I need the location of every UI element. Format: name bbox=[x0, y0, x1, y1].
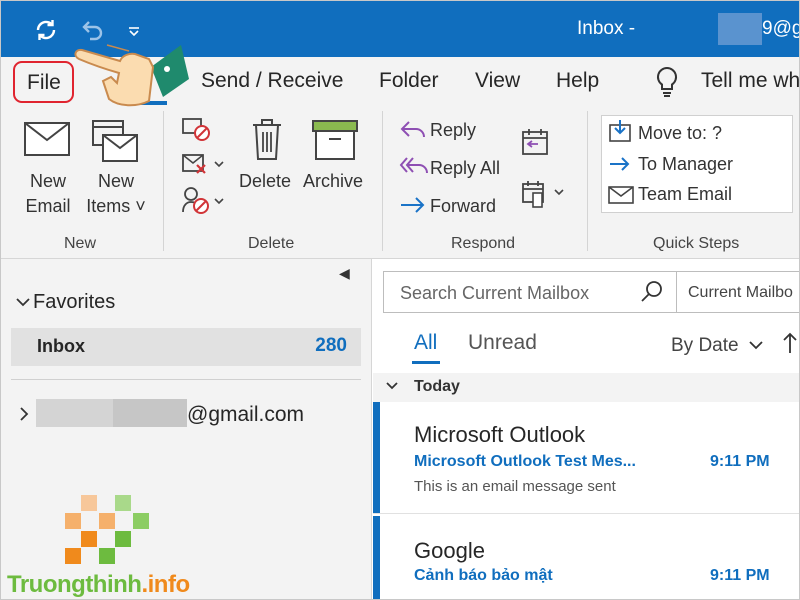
new-items-button[interactable]: New Items ˅ bbox=[83, 169, 149, 219]
pointing-hand-icon bbox=[67, 23, 191, 115]
delete-button[interactable]: Delete bbox=[239, 169, 291, 194]
watermark-logo bbox=[63, 493, 153, 565]
account-email[interactable]: @gmail.com bbox=[187, 403, 304, 427]
lightbulb-icon[interactable] bbox=[653, 65, 681, 99]
message-subject: Cảnh báo bảo mật bbox=[414, 567, 553, 584]
group-label-new: New bbox=[64, 235, 97, 252]
filter-all[interactable]: All bbox=[414, 331, 437, 355]
sync-icon[interactable] bbox=[31, 15, 61, 45]
message-sender: Google bbox=[414, 538, 485, 563]
redacted-account bbox=[718, 13, 762, 45]
delete-icon bbox=[249, 117, 285, 168]
new-email-button[interactable]: New Email bbox=[21, 169, 75, 219]
new-items-icon bbox=[91, 117, 141, 170]
quick-steps-gallery: Move to: ? To Manager Team Email bbox=[601, 115, 793, 213]
ribbon-separator bbox=[382, 111, 383, 251]
group-label-quick-steps: Quick Steps bbox=[653, 235, 740, 252]
message-item[interactable]: Microsoft Outlook Microsoft Outlook Test… bbox=[373, 402, 799, 514]
new-email-icon bbox=[23, 121, 71, 162]
arrow-right-icon bbox=[608, 154, 632, 179]
redacted-account bbox=[113, 399, 187, 427]
quick-step-move-to[interactable]: Move to: ? bbox=[638, 123, 722, 144]
group-label-delete: Delete bbox=[248, 235, 295, 252]
search-input[interactable]: Search Current Mailbox bbox=[383, 271, 677, 313]
tab-folder[interactable]: Folder bbox=[379, 69, 439, 93]
favorites-header[interactable]: Favorites bbox=[15, 291, 115, 314]
clean-up-icon[interactable] bbox=[181, 151, 227, 182]
group-header-today[interactable]: Today bbox=[373, 373, 799, 402]
selection-bar bbox=[373, 516, 380, 599]
search-scope-dropdown[interactable]: Current Mailbo bbox=[677, 271, 799, 313]
junk-icon[interactable] bbox=[181, 186, 227, 221]
team-email-icon bbox=[608, 186, 634, 209]
filter-unread[interactable]: Unread bbox=[468, 331, 537, 355]
archive-button[interactable]: Archive bbox=[303, 169, 363, 194]
group-label-respond: Respond bbox=[451, 235, 516, 252]
search-icon[interactable] bbox=[640, 280, 664, 309]
forward-button[interactable]: Forward bbox=[430, 196, 496, 217]
ignore-icon[interactable] bbox=[181, 117, 211, 148]
sort-direction-icon[interactable] bbox=[782, 331, 798, 361]
quick-steps-scroll[interactable] bbox=[793, 115, 799, 213]
reply-icon bbox=[399, 119, 427, 146]
message-time: 9:11 PM bbox=[710, 453, 770, 470]
tab-help[interactable]: Help bbox=[556, 69, 599, 93]
window-title: Inbox - bbox=[577, 18, 636, 39]
meeting-icon[interactable] bbox=[521, 127, 549, 162]
folder-divider bbox=[11, 379, 361, 380]
more-respond-icon[interactable] bbox=[521, 179, 567, 214]
sort-by-dropdown[interactable]: By Date bbox=[671, 335, 764, 357]
reply-button[interactable]: Reply bbox=[430, 120, 476, 141]
tell-me-search[interactable]: Tell me wh bbox=[701, 69, 799, 93]
unread-count: 280 bbox=[315, 335, 347, 356]
message-time: 9:11 PM bbox=[710, 567, 770, 584]
chevron-right-icon[interactable] bbox=[17, 401, 31, 432]
tab-file[interactable]: File bbox=[13, 61, 74, 103]
tab-view[interactable]: View bbox=[475, 69, 520, 93]
chevron-down-icon bbox=[385, 379, 399, 397]
message-item[interactable]: Google Cảnh báo bảo mật 9:11 PM bbox=[373, 516, 799, 599]
archive-icon bbox=[311, 119, 359, 166]
forward-icon bbox=[399, 195, 427, 220]
selection-bar bbox=[373, 402, 380, 513]
message-sender: Microsoft Outlook bbox=[414, 422, 586, 447]
active-filter-indicator bbox=[412, 361, 440, 364]
reply-all-button[interactable]: Reply All bbox=[430, 158, 500, 179]
watermark-text: Truongthinh.info bbox=[7, 571, 190, 598]
chevron-down-icon bbox=[15, 291, 33, 314]
chevron-down-icon bbox=[748, 335, 764, 357]
tab-send-receive[interactable]: Send / Receive bbox=[201, 69, 343, 93]
window-account: 9@gr bbox=[762, 18, 799, 39]
move-to-icon bbox=[608, 119, 632, 148]
folder-inbox[interactable]: Inbox 280 bbox=[11, 328, 361, 366]
outlook-window: Inbox - 9@gr File Send / Receive Folder … bbox=[0, 0, 800, 600]
quick-step-team-email[interactable]: Team Email bbox=[638, 184, 732, 205]
message-subject: Microsoft Outlook Test Mes... bbox=[414, 453, 636, 470]
reply-all-icon bbox=[399, 155, 429, 182]
collapse-pane-icon[interactable]: ◀ bbox=[339, 265, 350, 282]
ribbon-separator bbox=[163, 111, 164, 251]
quick-step-to-manager[interactable]: To Manager bbox=[638, 154, 733, 175]
message-preview: This is an email message sent bbox=[414, 478, 616, 495]
ribbon-separator bbox=[587, 111, 588, 251]
